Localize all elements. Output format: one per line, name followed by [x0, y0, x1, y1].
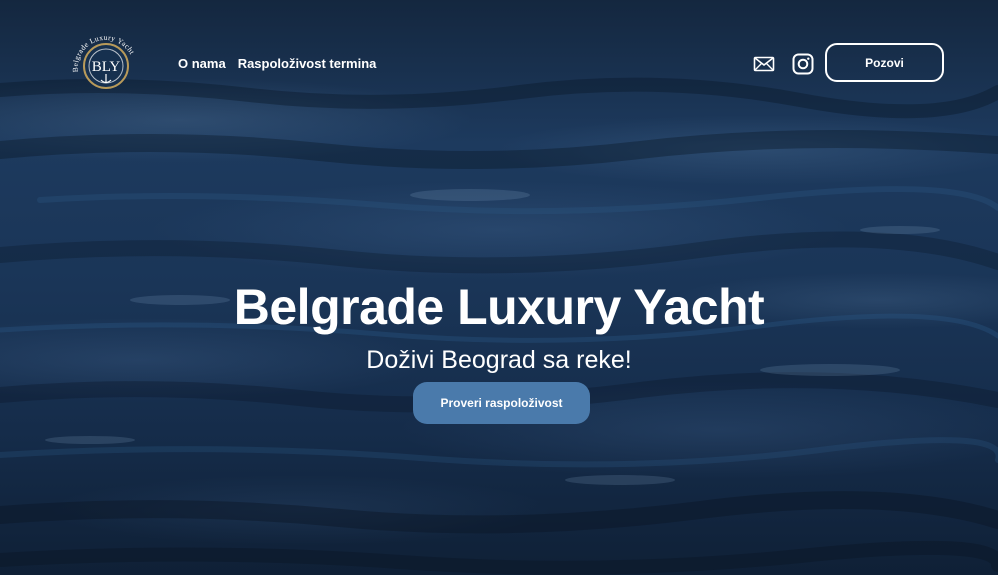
mail-icon[interactable]	[752, 52, 776, 76]
logo-monogram: BLY	[92, 59, 121, 75]
nav-link-o-nama[interactable]: O nama	[178, 56, 226, 71]
check-availability-button[interactable]: Proveri raspoloživost	[413, 382, 590, 424]
nav-links: O nama Raspoloživost termina	[178, 56, 376, 71]
instagram-icon[interactable]	[791, 52, 815, 76]
logo-emblem-icon: Belgrade Luxury Yacht BLY	[71, 33, 137, 89]
top-navigation: Belgrade Luxury Yacht BLY O nama Raspolo…	[0, 28, 998, 100]
brand-logo[interactable]: Belgrade Luxury Yacht BLY	[68, 28, 140, 100]
call-button[interactable]: Pozovi	[825, 43, 944, 82]
hero-subtitle: Doživi Beograd sa reke!	[366, 346, 632, 374]
hero-title: Belgrade Luxury Yacht	[233, 279, 765, 335]
nav-link-raspolozivost[interactable]: Raspoloživost termina	[238, 56, 377, 71]
hero-section: Belgrade Luxury Yacht BLY O nama Raspolo…	[0, 0, 998, 575]
